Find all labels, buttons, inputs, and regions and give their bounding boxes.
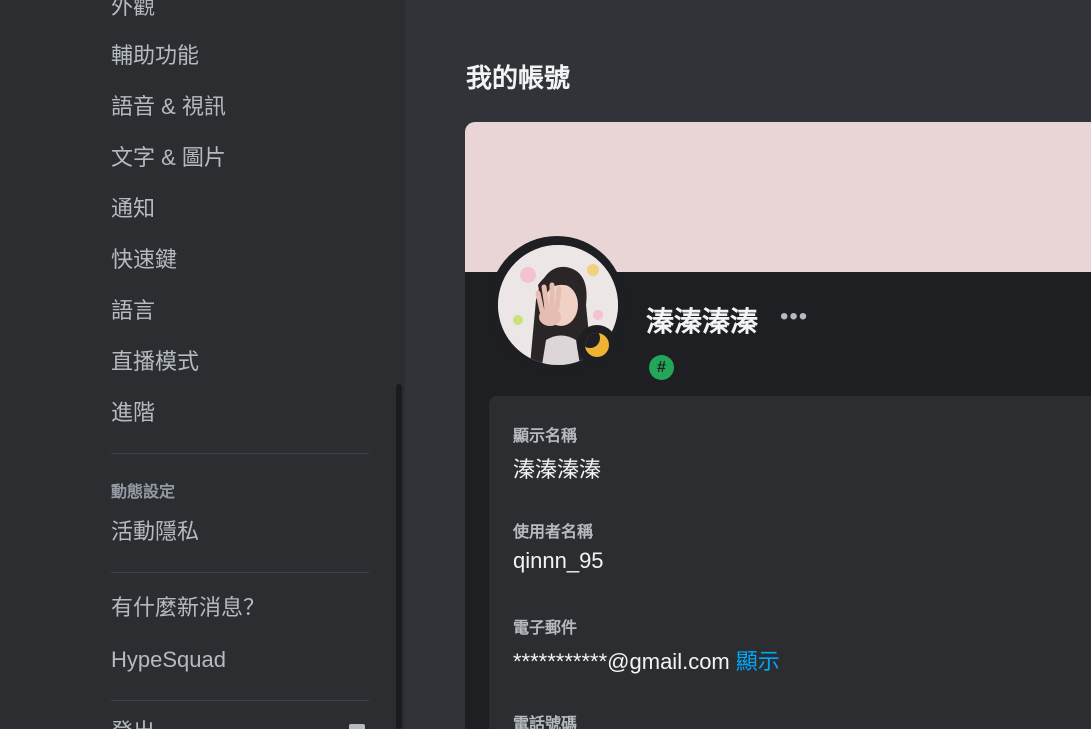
sidebar-item-keybinds[interactable]: 快速鍵 <box>111 247 177 273</box>
email-row: ***********@gmail.com 顯示 <box>513 644 780 676</box>
sidebar-item-notifications[interactable]: 通知 <box>111 196 155 222</box>
sidebar-divider <box>111 700 369 701</box>
sidebar-item-whats-new[interactable]: 有什麼新消息？ <box>111 595 265 621</box>
sidebar-item-hypesquad[interactable]: HypeSquad <box>111 647 226 673</box>
sidebar-item-advanced[interactable]: 進階 <box>111 400 155 426</box>
sidebar-header-activity: 動態設定 <box>111 484 176 501</box>
sidebar-item-logout[interactable]: 登出 <box>111 719 155 729</box>
more-options-icon[interactable]: ••• <box>780 305 808 329</box>
page-title: 我的帳號 <box>466 63 571 93</box>
settings-sidebar: 外觀 輔助功能 語音 & 視訊 文字 & 圖片 通知 快速鍵 語言 直播模式 進… <box>0 0 405 729</box>
sidebar-divider <box>111 453 369 454</box>
display-name-value: 溱溱溱溱 <box>513 457 602 482</box>
logout-icon <box>349 724 365 729</box>
username-label: 使用者名稱 <box>513 524 594 541</box>
sidebar-item-activity-privacy[interactable]: 活動隱私 <box>111 519 199 545</box>
sidebar-item-streamer-mode[interactable]: 直播模式 <box>111 349 199 375</box>
sidebar-scrollbar[interactable] <box>396 384 402 729</box>
email-value: ***********@gmail.com <box>513 649 730 674</box>
email-label: 電子郵件 <box>513 620 578 637</box>
sidebar-item-text-images[interactable]: 文字 & 圖片 <box>111 145 226 171</box>
sidebar-item-language[interactable]: 語言 <box>111 298 155 324</box>
phone-label: 電話號碼 <box>513 716 578 729</box>
sidebar-divider <box>111 572 369 573</box>
sidebar-item-appearance[interactable]: 外觀 <box>111 0 155 20</box>
hashtag-badge-icon[interactable]: # <box>649 355 674 380</box>
username-value: qinnn_95 <box>513 548 604 573</box>
profile-card: 溱溱溱溱 ••• # 顯示名稱 溱溱溱溱 使用者名稱 qinnn_95 電子郵件… <box>465 122 1091 729</box>
profile-display-name: 溱溱溱溱 <box>646 306 759 337</box>
sidebar-item-accessibility[interactable]: 輔助功能 <box>111 43 199 69</box>
idle-moon-icon <box>585 333 609 357</box>
email-reveal-link[interactable]: 顯示 <box>736 649 780 674</box>
sidebar-item-voice-video[interactable]: 語音 & 視訊 <box>111 94 226 120</box>
account-info-panel: 顯示名稱 溱溱溱溱 使用者名稱 qinnn_95 電子郵件 **********… <box>489 396 1091 729</box>
display-name-label: 顯示名稱 <box>513 428 578 445</box>
